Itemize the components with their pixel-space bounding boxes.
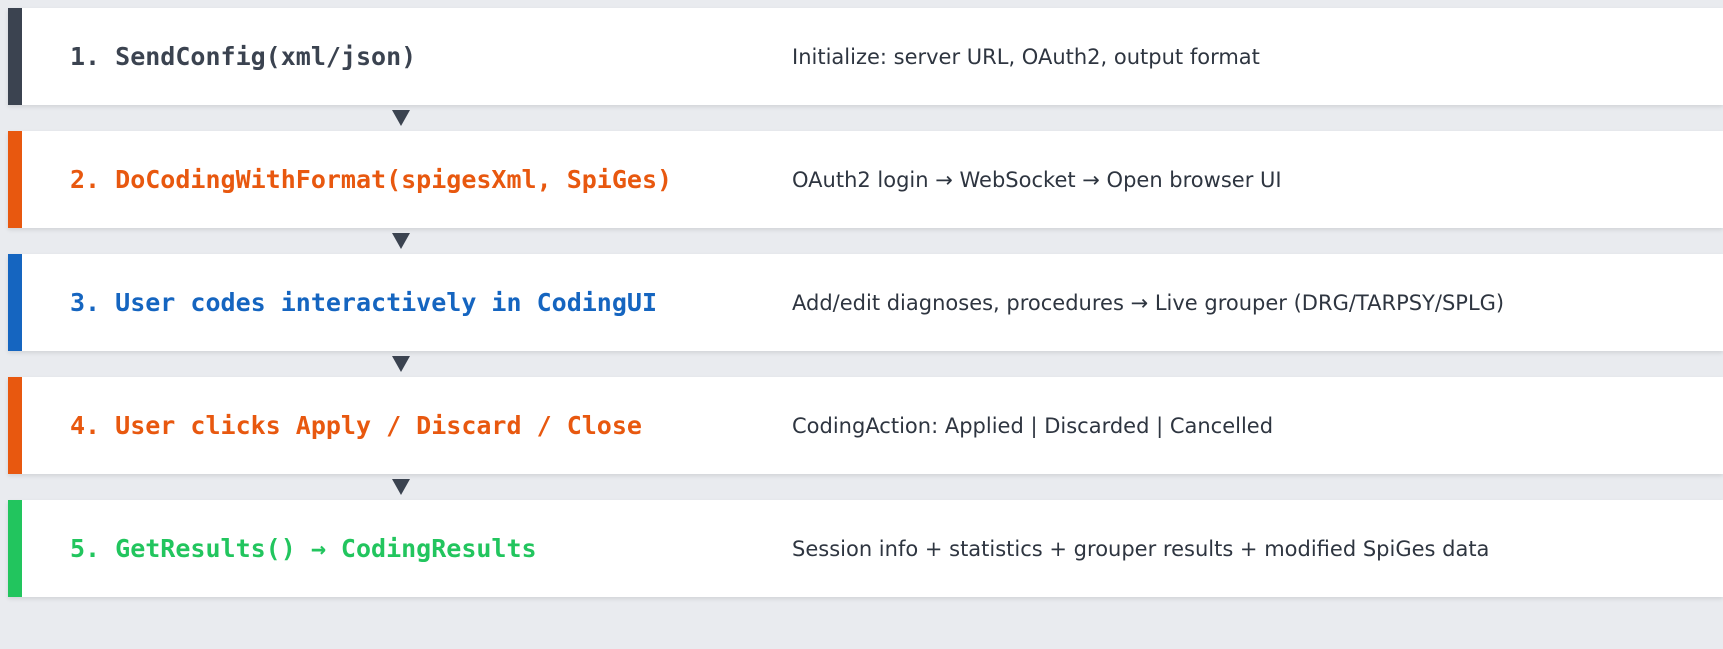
down-triangle-arrow-icon — [392, 110, 410, 126]
step-2-title: 2. DoCodingWithFormat(spigesXml, SpiGes) — [70, 165, 673, 194]
step-5-description: Session info + statistics + grouper resu… — [792, 536, 1490, 561]
connector-4-5 — [8, 474, 1723, 500]
down-triangle-arrow-icon — [392, 479, 410, 495]
step-3-description: Add/edit diagnoses, procedures → Live gr… — [792, 290, 1505, 315]
step-4-description: CodingAction: Applied | Discarded | Canc… — [792, 413, 1274, 438]
down-triangle-arrow-icon — [392, 233, 410, 249]
step-1-description: Initialize: server URL, OAuth2, output f… — [792, 44, 1260, 69]
connector-2-3 — [8, 228, 1723, 254]
connector-3-4 — [8, 351, 1723, 377]
workflow-diagram: 1. SendConfig(xml/json) Initialize: serv… — [8, 8, 1723, 597]
connector-1-2 — [8, 105, 1723, 131]
step-5-card: 5. GetResults() → CodingResults Session … — [8, 500, 1723, 597]
step-3-card: 3. User codes interactively in CodingUI … — [8, 254, 1723, 351]
step-4-title: 4. User clicks Apply / Discard / Close — [70, 411, 642, 440]
step-1-title: 1. SendConfig(xml/json) — [70, 42, 417, 71]
step-2-card: 2. DoCodingWithFormat(spigesXml, SpiGes)… — [8, 131, 1723, 228]
step-5-title: 5. GetResults() → CodingResults — [70, 534, 537, 563]
step-1-card: 1. SendConfig(xml/json) Initialize: serv… — [8, 8, 1723, 105]
step-4-card: 4. User clicks Apply / Discard / Close C… — [8, 377, 1723, 474]
step-2-description: OAuth2 login → WebSocket → Open browser … — [792, 167, 1282, 192]
down-triangle-arrow-icon — [392, 356, 410, 372]
step-3-title: 3. User codes interactively in CodingUI — [70, 288, 657, 317]
